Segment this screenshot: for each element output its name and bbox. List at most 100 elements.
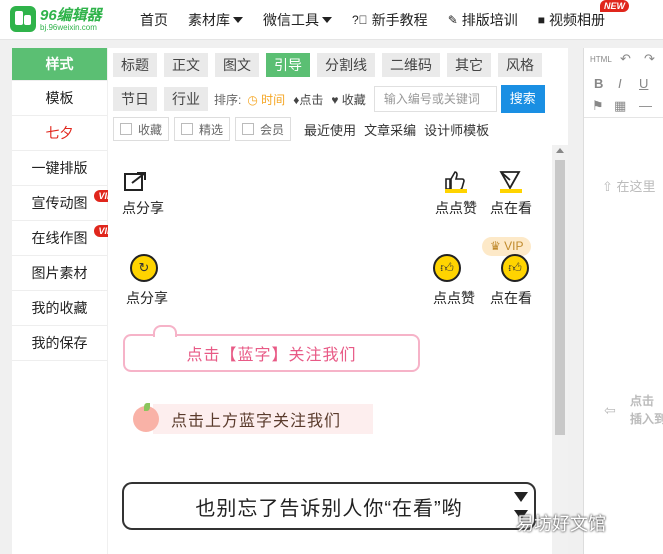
filter-featured-checkbox[interactable]: 精选 xyxy=(174,117,231,141)
tab-body[interactable]: 正文 xyxy=(164,53,208,77)
filter-member-checkbox[interactable]: 会员 xyxy=(235,117,292,141)
template-view-item[interactable] xyxy=(498,169,524,193)
top-navbar: 96编辑器 bj.96weixin.com 首页 素材库 微信工具 ?⃝ 新手教程… xyxy=(0,0,663,40)
like-bubble-icon: 👍︎ xyxy=(433,254,461,282)
sort-label: 排序: xyxy=(214,92,242,107)
logo-mark-icon xyxy=(10,6,36,32)
video-camera-icon: ■ xyxy=(537,13,545,27)
highlight-bar xyxy=(445,189,467,193)
redo-icon[interactable]: ↷ xyxy=(644,51,655,67)
clock-icon: ◷ xyxy=(247,92,258,107)
nav-tutorial[interactable]: ?⃝ 新手教程 xyxy=(352,10,428,30)
highlight-bar xyxy=(500,189,522,193)
view-bubble-label: 点在看 xyxy=(490,290,532,306)
sidebar-item-style[interactable]: 样式 xyxy=(12,48,107,81)
like-bubble-label: 点点赞 xyxy=(433,290,475,306)
banner-text: 点击上方蓝字关注我们 xyxy=(171,413,342,430)
format-painter-icon[interactable]: ⚑ xyxy=(592,98,604,114)
sidebar-item-one-click-layout[interactable]: 一键排版 xyxy=(12,151,107,186)
sort-by-clicks[interactable]: ♦点击 xyxy=(293,91,323,108)
chevron-down-icon xyxy=(322,17,332,23)
tab-qrcode[interactable]: 二维码 xyxy=(382,53,440,77)
sidebar-item-online-design[interactable]: 在线作图 VIP xyxy=(12,221,117,256)
search-input[interactable]: 输入编号或关键词 xyxy=(373,86,497,112)
category-sidebar: 样式 模板 七夕 一键排版 宣传动图 VIP 在线作图 VIP 图片素材 我的收藏 … xyxy=(12,48,117,554)
logo-title: 96编辑器 xyxy=(40,7,102,24)
sidebar-item-my-saved[interactable]: 我的保存 xyxy=(12,326,107,361)
view-bubble-icon: 👍︎ xyxy=(501,254,529,282)
filter-favorites-checkbox[interactable]: 收藏 xyxy=(113,117,170,141)
peach-icon xyxy=(133,403,159,432)
article-collect-link[interactable]: 文章采编 xyxy=(364,120,416,139)
nav-video-album[interactable]: ■ 视频相册 NEW xyxy=(537,0,629,30)
editor-placeholder-top: ⇧ 在这里 xyxy=(602,179,656,194)
triangle-down-icon xyxy=(514,492,528,502)
table-icon[interactable]: ▦ xyxy=(614,98,626,114)
arrow-left-icon: ⇦ xyxy=(604,402,616,418)
html-source-button[interactable]: HTML xyxy=(590,55,612,64)
crown-icon: ♛ xyxy=(490,239,501,253)
tab-divider[interactable]: 分割线 xyxy=(317,53,375,77)
template-like-item[interactable] xyxy=(443,169,469,193)
template-follow-banner-peach[interactable]: 点击上方蓝字关注我们 xyxy=(123,403,373,434)
sort-by-time[interactable]: ◷ 时间 xyxy=(247,91,285,108)
search-button[interactable]: 搜索 xyxy=(500,85,545,113)
editor-panel: HTML ↶ ↷ B I U ⚑ ▦ — ⇧ 在这里 ⇦ 点击 插入到 xyxy=(583,48,663,554)
underline-icon[interactable]: U xyxy=(639,76,648,91)
sidebar-item-my-favorites[interactable]: 我的收藏 xyxy=(12,291,107,326)
designer-templates-link[interactable]: 设计师模板 xyxy=(424,120,489,139)
nav-materials[interactable]: 素材库 xyxy=(188,10,243,30)
nav-wechat-tools[interactable]: 微信工具 xyxy=(263,10,332,30)
tab-other[interactable]: 其它 xyxy=(447,53,491,77)
editor-toolbar: HTML ↶ ↷ B I U ⚑ ▦ — xyxy=(584,48,663,118)
style-tabs: 标题 正文 图文 引导 分割线 二维码 其它 风格 xyxy=(113,53,549,77)
tab-image-text[interactable]: 图文 xyxy=(215,53,259,77)
nav-home[interactable]: 首页 xyxy=(140,10,168,30)
template-view-reminder-banner[interactable]: 也别忘了告诉别人你“在看”哟 xyxy=(122,482,536,530)
tab-guide[interactable]: 引导 xyxy=(266,53,310,77)
edit-icon: ✎ xyxy=(447,13,458,27)
template-follow-banner-pink[interactable]: 点击【蓝字】关注我们 xyxy=(123,325,420,372)
checkbox-icon xyxy=(242,123,255,135)
tab-title[interactable]: 标题 xyxy=(113,53,157,77)
style-panel: 标题 正文 图文 引导 分割线 二维码 其它 风格 节日 行业 排序: ◷ 时间… xyxy=(108,48,568,554)
tab-industry[interactable]: 行业 xyxy=(164,87,208,111)
sidebar-item-image-assets[interactable]: 图片素材 xyxy=(12,256,107,291)
template-like-bubble-item[interactable]: 👍︎ xyxy=(433,254,461,282)
new-badge: NEW xyxy=(600,0,629,12)
banner-text: 点击【蓝字】关注我们 xyxy=(186,347,357,364)
chevron-down-icon xyxy=(233,17,243,23)
sort-by-favorites[interactable]: ♥ 收藏 xyxy=(331,91,365,108)
italic-icon[interactable]: I xyxy=(618,76,622,91)
tab-holiday[interactable]: 节日 xyxy=(113,87,157,111)
thumbs-up-icon xyxy=(445,171,465,191)
help-circle-icon: ?⃝ xyxy=(352,13,368,27)
nav-training[interactable]: ✎ 排版培训 xyxy=(448,10,518,30)
share-bubble-label: 点分享 xyxy=(126,290,168,306)
share-arrow-icon xyxy=(124,172,146,191)
sidebar-item-template[interactable]: 模板 xyxy=(12,81,107,116)
heart-icon: ♥ xyxy=(331,92,339,107)
main-nav: 首页 素材库 微信工具 ?⃝ 新手教程 ✎ 排版培训 ■ 视频相册 NEW xyxy=(140,0,629,40)
checkbox-icon xyxy=(181,123,194,135)
editor-placeholder-insert: 点击 插入到 xyxy=(630,394,663,426)
scrollbar-thumb[interactable] xyxy=(555,160,565,435)
option-row: 收藏 精选 会员 最近使用 文章采编 设计师模板 xyxy=(113,117,489,141)
bold-icon[interactable]: B xyxy=(594,76,603,91)
share-label: 点分享 xyxy=(122,200,164,216)
site-logo[interactable]: 96编辑器 bj.96weixin.com xyxy=(10,4,110,36)
banner-text: 也别忘了告诉别人你“在看”哟 xyxy=(195,497,463,520)
template-share-icon-item[interactable] xyxy=(122,171,148,196)
filter-row: 节日 行业 排序: ◷ 时间 ♦点击 ♥ 收藏 输入编号或关键词 搜索 xyxy=(113,85,545,113)
horizontal-rule-icon[interactable]: — xyxy=(639,98,652,113)
sidebar-item-qixi[interactable]: 七夕 xyxy=(12,116,107,151)
template-share-bubble-item[interactable]: ↻ xyxy=(130,254,158,282)
tab-style[interactable]: 风格 xyxy=(498,53,542,77)
panel-scrollbar[interactable] xyxy=(552,145,568,554)
recent-used-link[interactable]: 最近使用 xyxy=(304,120,356,139)
share-bubble-icon: ↻ xyxy=(130,254,158,282)
template-view-bubble-item[interactable]: 👍︎ xyxy=(501,254,529,282)
sidebar-item-promo-gif[interactable]: 宣传动图 VIP xyxy=(12,186,117,221)
undo-icon[interactable]: ↶ xyxy=(620,51,631,67)
send-triangle-icon xyxy=(499,171,521,190)
